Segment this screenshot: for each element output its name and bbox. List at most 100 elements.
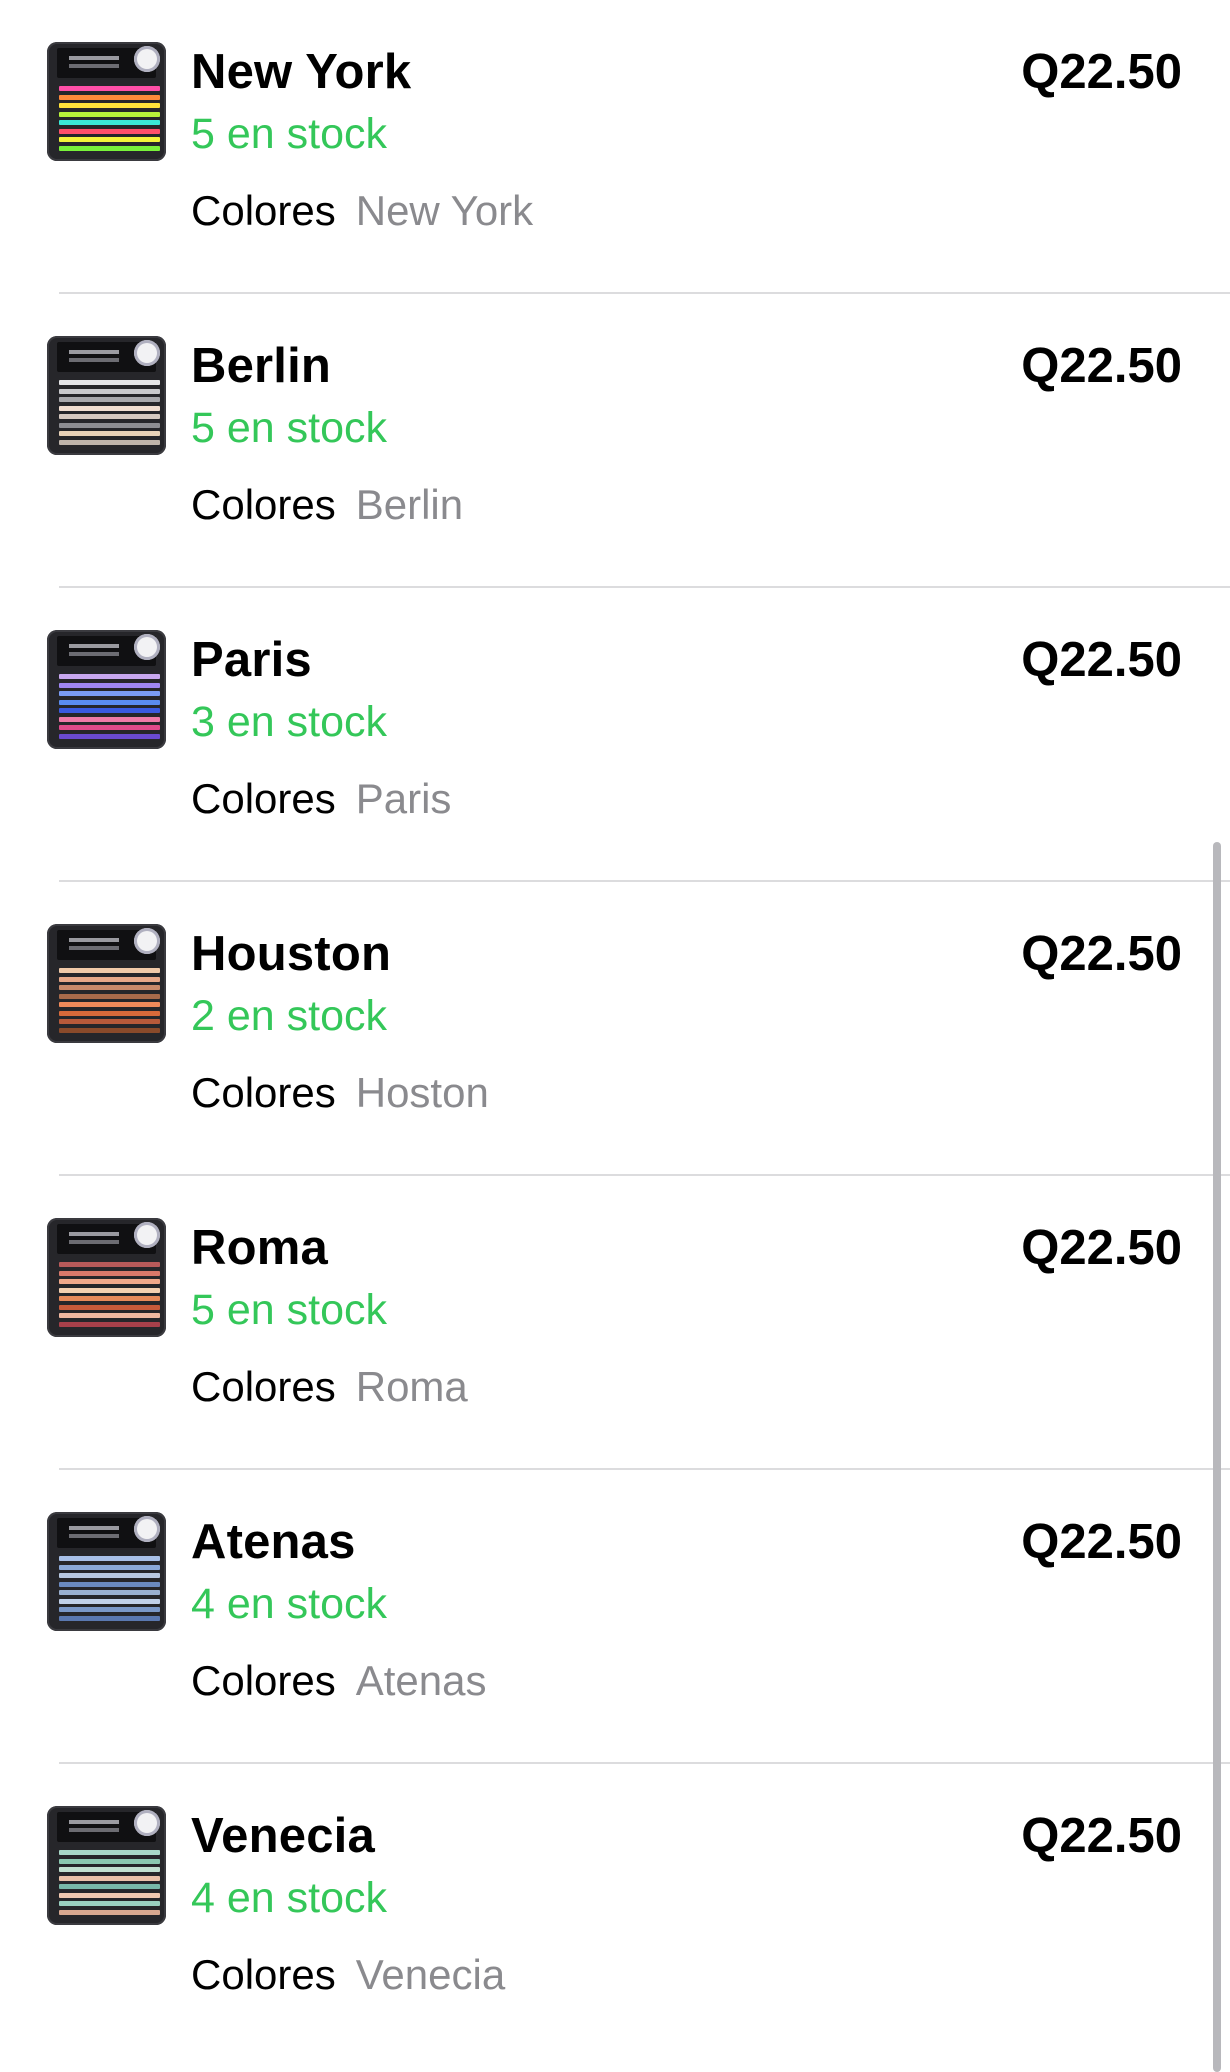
product-thumbnail xyxy=(47,630,166,749)
list-item[interactable]: Paris Q22.50 3 en stock Colores Paris xyxy=(0,588,1230,882)
product-thumbnail xyxy=(47,1218,166,1337)
product-name: Roma xyxy=(191,1221,328,1275)
thumbnail-stripe xyxy=(59,1858,160,1864)
thumbnail-stripe xyxy=(59,1875,160,1881)
thumbnail-stripe xyxy=(59,1901,160,1907)
product-price: Q22.50 xyxy=(1021,1221,1182,1275)
product-price: Q22.50 xyxy=(1021,339,1182,393)
variant-value: Berlin xyxy=(355,481,464,528)
thumbnail-stripe xyxy=(59,993,160,999)
thumbnail-stripe xyxy=(59,699,160,705)
thumbnail-stripe xyxy=(59,1296,160,1302)
thumbnail-stripe xyxy=(59,1027,160,1033)
product-price: Q22.50 xyxy=(1021,633,1182,687)
thumbnail-stripe xyxy=(59,103,160,109)
product-price: Q22.50 xyxy=(1021,1515,1182,1569)
thumbnail-stripe xyxy=(59,708,160,714)
variant-option: Colores Paris xyxy=(191,774,451,824)
product-thumbnail xyxy=(47,336,166,455)
variant-option: Colores Roma xyxy=(191,1362,468,1412)
product-thumbnail xyxy=(47,1512,166,1631)
thumbnail-stripe xyxy=(59,94,160,100)
product-name: Paris xyxy=(191,633,312,687)
thumbnail-stripe xyxy=(59,1010,160,1016)
thumbnail-stripe xyxy=(59,1850,160,1855)
product-name: New York xyxy=(191,45,412,99)
thumbnail-stripe xyxy=(59,86,160,91)
thumbnail-stripe xyxy=(59,1892,160,1898)
variant-value: Roma xyxy=(355,1363,468,1410)
product-thumbnail xyxy=(47,42,166,161)
vertical-scrollbar[interactable] xyxy=(1213,842,1221,2072)
thumbnail-stripe xyxy=(59,716,160,722)
thumbnail-stripe xyxy=(59,976,160,982)
variant-value: New York xyxy=(355,187,534,234)
thumbnail-stripe xyxy=(59,137,160,143)
thumbnail-stripe xyxy=(59,414,160,420)
thumbnail-stripe xyxy=(59,1279,160,1285)
thumbnail-stripe xyxy=(59,380,160,385)
thumbnail-stripe xyxy=(59,691,160,697)
variant-label: Colores xyxy=(191,1069,336,1116)
product-thumbnail xyxy=(47,1806,166,1925)
thumbnail-stripe xyxy=(59,1590,160,1596)
list-item[interactable]: New York Q22.50 5 en stock Colores New Yo… xyxy=(0,0,1230,294)
thumbnail-stripe xyxy=(59,968,160,973)
list-item[interactable]: Venecia Q22.50 4 en stock Colores Venecia xyxy=(0,1764,1230,2058)
product-name: Venecia xyxy=(191,1809,375,1863)
list-item[interactable]: Atenas Q22.50 4 en stock Colores Atenas xyxy=(0,1470,1230,1764)
thumbnail-stripe xyxy=(59,145,160,151)
thumbnail-stripe xyxy=(59,128,160,134)
product-price: Q22.50 xyxy=(1021,45,1182,99)
thumbnail-stripe xyxy=(59,1287,160,1293)
variant-option: Colores Atenas xyxy=(191,1656,487,1706)
thumbnail-stripe xyxy=(59,1598,160,1604)
thumbnail-stripe xyxy=(59,1556,160,1561)
thumbnail-stripe xyxy=(59,422,160,428)
stock-status: 5 en stock xyxy=(191,404,387,452)
thumbnail-stripe xyxy=(59,1313,160,1319)
thumbnail-stripe xyxy=(59,120,160,126)
variant-label: Colores xyxy=(191,1657,336,1704)
stock-status: 2 en stock xyxy=(191,992,387,1040)
thumbnail-stripe xyxy=(59,1262,160,1267)
variant-option: Colores Berlin xyxy=(191,480,463,530)
variant-label: Colores xyxy=(191,1363,336,1410)
list-item[interactable]: Houston Q22.50 2 en stock Colores Hoston xyxy=(0,882,1230,1176)
thumbnail-stripe xyxy=(59,985,160,991)
thumbnail-stripe xyxy=(59,1270,160,1276)
product-price: Q22.50 xyxy=(1021,927,1182,981)
thumbnail-stripe xyxy=(59,1607,160,1613)
thumbnail-stripe xyxy=(59,111,160,117)
list-item[interactable]: Berlin Q22.50 5 en stock Colores Berlin xyxy=(0,294,1230,588)
thumbnail-stripe xyxy=(59,439,160,445)
thumbnail-stripe xyxy=(59,405,160,411)
variant-label: Colores xyxy=(191,187,336,234)
thumbnail-stripe xyxy=(59,733,160,739)
product-price: Q22.50 xyxy=(1021,1809,1182,1863)
product-name: Berlin xyxy=(191,339,332,393)
variant-label: Colores xyxy=(191,1951,336,1998)
variant-option: Colores New York xyxy=(191,186,533,236)
thumbnail-stripe xyxy=(59,1867,160,1873)
thumbnail-stripe xyxy=(59,1304,160,1310)
thumbnail-stripe xyxy=(59,725,160,731)
thumbnail-stripe xyxy=(59,1573,160,1579)
thumbnail-stripe xyxy=(59,1581,160,1587)
thumbnail-stripe xyxy=(59,1019,160,1025)
thumbnail-stripe xyxy=(59,1002,160,1008)
thumbnail-stripe xyxy=(59,1884,160,1890)
stock-status: 4 en stock xyxy=(191,1874,387,1922)
thumbnail-stripe xyxy=(59,682,160,688)
stock-status: 5 en stock xyxy=(191,1286,387,1334)
variant-option: Colores Hoston xyxy=(191,1068,489,1118)
thumbnail-stripe xyxy=(59,1615,160,1621)
variant-label: Colores xyxy=(191,481,336,528)
thumbnail-stripe xyxy=(59,1321,160,1327)
stock-status: 3 en stock xyxy=(191,698,387,746)
stock-status: 5 en stock xyxy=(191,110,387,158)
thumbnail-stripe xyxy=(59,388,160,394)
list-item[interactable]: Roma Q22.50 5 en stock Colores Roma xyxy=(0,1176,1230,1470)
variant-value: Hoston xyxy=(355,1069,489,1116)
variant-value: Venecia xyxy=(355,1951,506,1998)
